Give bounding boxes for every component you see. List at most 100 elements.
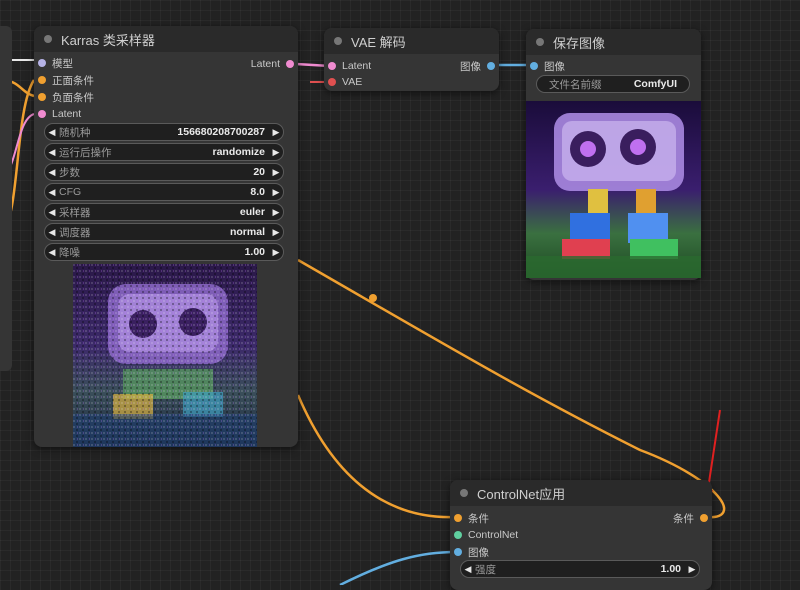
widget-filename-prefix[interactable]: 文件名前缀 ComfyUI xyxy=(536,75,690,93)
widget-label: 步数 xyxy=(59,166,80,179)
slot-label: VAE xyxy=(342,76,363,88)
widget-sampler[interactable]: ◀ 采样器 euler ▶ xyxy=(44,203,284,221)
increment-arrow-icon[interactable]: ▶ xyxy=(685,564,699,575)
widget-value: 156680208700287 xyxy=(177,126,265,138)
collapse-dot-icon[interactable] xyxy=(460,489,468,497)
slot-label: Latent xyxy=(342,60,372,72)
widget-label: 文件名前缀 xyxy=(549,78,602,91)
controlnet-apply-node[interactable]: ControlNet应用 条件 ControlNet 图像 条件 ◀ 强度 1.… xyxy=(450,480,712,590)
widget-label: 运行后操作 xyxy=(59,146,112,159)
increment-arrow-icon[interactable]: ▶ xyxy=(269,247,283,258)
slot-dot-icon[interactable] xyxy=(38,110,46,118)
slot-label: 条件 xyxy=(673,512,694,525)
decrement-arrow-icon[interactable]: ◀ xyxy=(45,187,59,198)
widget-steps[interactable]: ◀ 步数 20 ▶ xyxy=(44,163,284,181)
widget-denoise[interactable]: ◀ 降噪 1.00 ▶ xyxy=(44,243,284,261)
node-title-bar[interactable]: VAE 解码 xyxy=(324,28,499,54)
slot-dot-icon[interactable] xyxy=(454,531,462,539)
offscreen-node[interactable] xyxy=(0,26,12,371)
collapse-dot-icon[interactable] xyxy=(334,37,342,45)
widget-label: 调度器 xyxy=(59,226,91,239)
slot-label: 负面条件 xyxy=(52,91,94,104)
widget-label: 降噪 xyxy=(59,246,80,259)
node-title: ControlNet应用 xyxy=(477,486,566,502)
decrement-arrow-icon[interactable]: ◀ xyxy=(45,147,59,158)
widget-value: 1.00 xyxy=(660,563,681,575)
widget-value: 20 xyxy=(253,166,265,178)
save-image-node[interactable]: 保存图像 图像 文件名前缀 ComfyUI xyxy=(526,29,701,280)
node-title-bar[interactable]: ControlNet应用 xyxy=(450,480,712,506)
collapse-dot-icon[interactable] xyxy=(44,35,52,43)
slot-label: 图像 xyxy=(460,60,481,73)
node-title: VAE 解码 xyxy=(351,34,406,50)
sampler-preview-image xyxy=(73,264,257,447)
slot-label: Latent xyxy=(52,108,82,120)
output-slot-conditioning[interactable]: 条件 xyxy=(673,511,708,525)
increment-arrow-icon[interactable]: ▶ xyxy=(269,167,283,178)
slot-dot-icon[interactable] xyxy=(328,78,336,86)
widget-value: 1.00 xyxy=(244,246,265,258)
widget-scheduler[interactable]: ◀ 调度器 normal ▶ xyxy=(44,223,284,241)
slot-dot-icon[interactable] xyxy=(38,93,46,101)
input-slot-positive[interactable]: 正面条件 xyxy=(38,73,94,87)
karras-sampler-node[interactable]: Karras 类采样器 模型 正面条件 负面条件 Latent Latent ◀… xyxy=(34,26,298,447)
decrement-arrow-icon[interactable]: ◀ xyxy=(45,247,59,258)
widget-value: euler xyxy=(239,206,265,218)
slot-dot-icon[interactable] xyxy=(487,62,495,70)
widget-value: 8.0 xyxy=(250,186,265,198)
slot-dot-icon[interactable] xyxy=(38,59,46,67)
decrement-arrow-icon[interactable]: ◀ xyxy=(45,207,59,218)
widget-seed[interactable]: ◀ 随机种 156680208700287 ▶ xyxy=(44,123,284,141)
slot-label: Latent xyxy=(250,58,280,70)
slot-label: 图像 xyxy=(468,546,489,559)
input-slot-negative[interactable]: 负面条件 xyxy=(38,90,94,104)
widget-value: normal xyxy=(229,226,265,238)
widget-value: ComfyUI xyxy=(633,78,677,90)
slot-label: ControlNet xyxy=(468,529,519,541)
widget-value: randomize xyxy=(212,146,265,158)
increment-arrow-icon[interactable]: ▶ xyxy=(269,187,283,198)
slot-dot-icon[interactable] xyxy=(530,62,538,70)
node-title: 保存图像 xyxy=(553,35,606,51)
decrement-arrow-icon[interactable]: ◀ xyxy=(461,564,475,575)
input-slot-image[interactable]: 图像 xyxy=(530,59,565,73)
slot-label: 模型 xyxy=(52,57,73,70)
saved-image-preview xyxy=(526,101,701,278)
input-slot-conditioning[interactable]: 条件 xyxy=(454,511,489,525)
collapse-dot-icon[interactable] xyxy=(536,38,544,46)
input-slot-model[interactable]: 模型 xyxy=(38,56,73,70)
slot-dot-icon[interactable] xyxy=(38,76,46,84)
widget-label: 随机种 xyxy=(59,126,91,139)
output-slot-latent[interactable]: Latent xyxy=(251,57,294,71)
decrement-arrow-icon[interactable]: ◀ xyxy=(45,167,59,178)
node-title: Karras 类采样器 xyxy=(61,32,155,48)
input-slot-latent[interactable]: Latent xyxy=(328,59,371,73)
slot-dot-icon[interactable] xyxy=(328,62,336,70)
node-title-bar[interactable]: 保存图像 xyxy=(526,29,701,55)
vae-decode-node[interactable]: VAE 解码 Latent VAE 图像 xyxy=(324,28,499,91)
slot-dot-icon[interactable] xyxy=(700,514,708,522)
decrement-arrow-icon[interactable]: ◀ xyxy=(45,227,59,238)
decrement-arrow-icon[interactable]: ◀ xyxy=(45,127,59,138)
input-slot-image[interactable]: 图像 xyxy=(454,545,489,559)
widget-control-after[interactable]: ◀ 运行后操作 randomize ▶ xyxy=(44,143,284,161)
input-slot-vae[interactable]: VAE xyxy=(328,75,362,89)
increment-arrow-icon[interactable]: ▶ xyxy=(269,147,283,158)
increment-arrow-icon[interactable]: ▶ xyxy=(269,207,283,218)
increment-arrow-icon[interactable]: ▶ xyxy=(269,227,283,238)
slot-dot-icon[interactable] xyxy=(286,60,294,68)
slot-dot-icon[interactable] xyxy=(454,514,462,522)
increment-arrow-icon[interactable]: ▶ xyxy=(269,127,283,138)
widget-label: 采样器 xyxy=(59,206,91,219)
input-slot-controlnet[interactable]: ControlNet xyxy=(454,528,518,542)
slot-label: 条件 xyxy=(468,512,489,525)
output-slot-image[interactable]: 图像 xyxy=(460,59,495,73)
widget-label: CFG xyxy=(59,186,82,198)
widget-strength[interactable]: ◀ 强度 1.00 ▶ xyxy=(460,560,700,578)
input-slot-latent[interactable]: Latent xyxy=(38,107,81,121)
slot-dot-icon[interactable] xyxy=(454,548,462,556)
slot-label: 正面条件 xyxy=(52,74,94,87)
widget-cfg[interactable]: ◀ CFG 8.0 ▶ xyxy=(44,183,284,201)
node-title-bar[interactable]: Karras 类采样器 xyxy=(34,26,298,52)
widget-label: 强度 xyxy=(475,563,496,576)
